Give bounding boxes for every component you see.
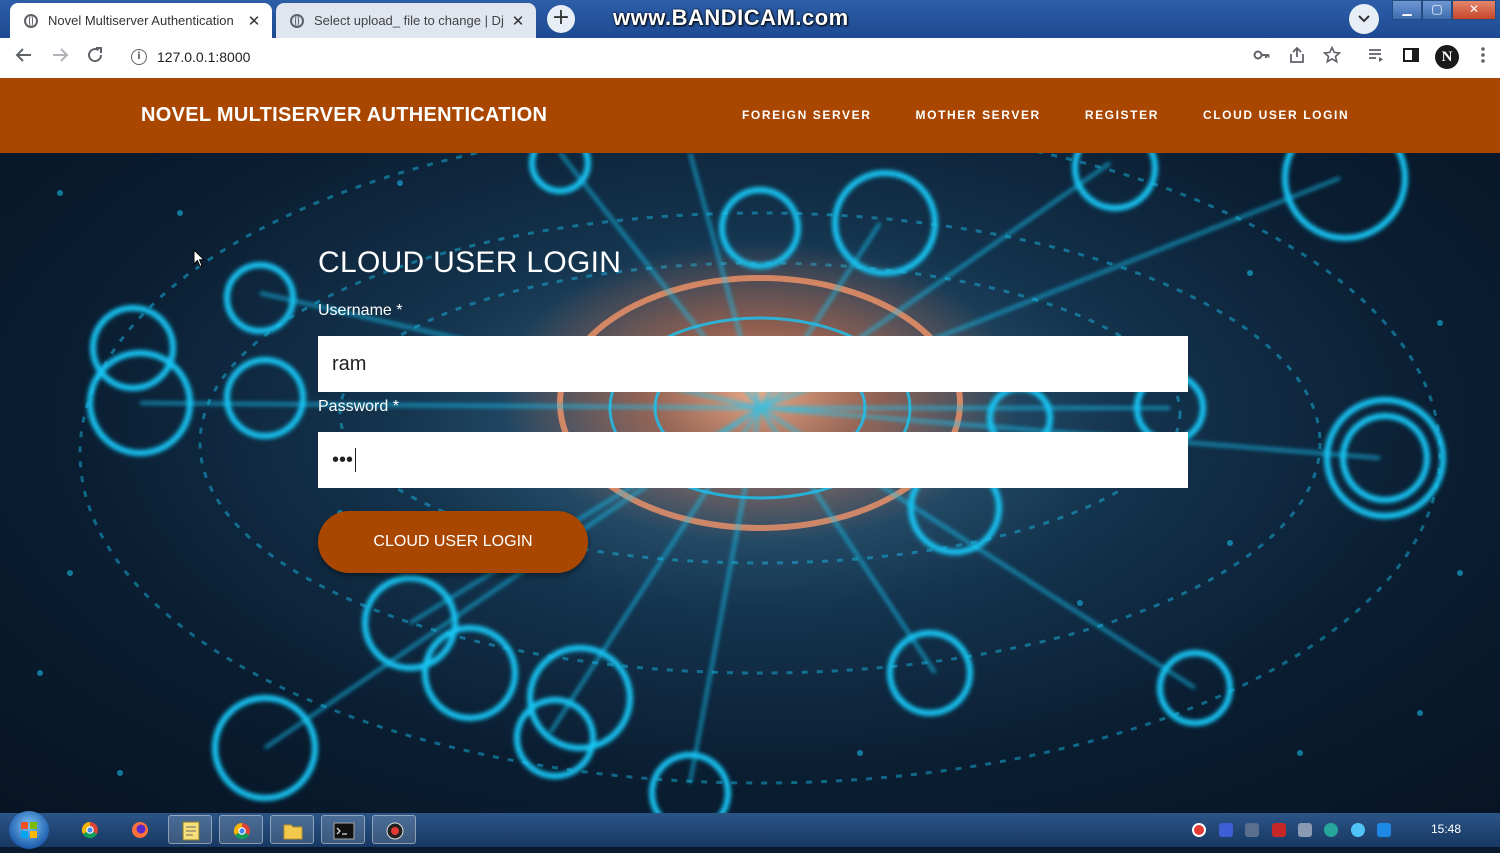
nav-register[interactable]: REGISTER <box>1085 108 1159 122</box>
taskbar-chrome[interactable] <box>68 815 112 844</box>
record-icon <box>386 822 404 840</box>
taskbar-clock[interactable]: 15:48 <box>1431 822 1461 836</box>
share-icon[interactable] <box>1285 46 1309 70</box>
username-label: Username * <box>318 302 403 319</box>
tab-search-button[interactable] <box>1349 4 1379 34</box>
nav-cloud-user-login[interactable]: CLOUD USER LOGIN <box>1203 108 1349 122</box>
password-input[interactable]: ••• <box>318 432 1188 488</box>
tab-select-upload[interactable]: Select upload_ file to change | Dj ✕ <box>276 3 536 38</box>
search-tray-icon[interactable] <box>1324 823 1338 837</box>
tab-title: Novel Multiserver Authentication <box>48 13 234 28</box>
forward-arrow-icon[interactable] <box>48 46 72 70</box>
nav-links: FOREIGN SERVER MOTHER SERVER REGISTER CL… <box>742 108 1349 122</box>
sync-tray-icon[interactable] <box>1351 823 1365 837</box>
windows-logo-icon <box>21 822 37 838</box>
close-icon[interactable]: ✕ <box>246 12 262 30</box>
chrome-icon <box>81 821 98 839</box>
security-tray-icon[interactable] <box>1272 823 1286 837</box>
os-taskbar: 15:48 <box>0 811 1500 849</box>
username-input[interactable]: ram <box>318 336 1188 392</box>
mouse-cursor-icon <box>193 249 205 268</box>
browser-tab-strip: Novel Multiserver Authentication ✕ Selec… <box>0 0 1500 38</box>
tab-novel-multiserver[interactable]: Novel Multiserver Authentication ✕ <box>10 3 272 38</box>
nav-mother-server[interactable]: MOTHER SERVER <box>916 108 1041 122</box>
taskbar-notepad[interactable] <box>168 815 212 844</box>
password-label: Password * <box>318 398 399 415</box>
nav-foreign-server[interactable]: FOREIGN SERVER <box>742 108 872 122</box>
password-mask: ••• <box>332 448 354 471</box>
taskbar-cmd[interactable] <box>321 815 365 844</box>
folder-icon <box>283 824 303 840</box>
site-navbar: NOVEL MULTISERVER AUTHENTICATION FOREIGN… <box>0 78 1500 153</box>
bookmark-star-icon[interactable] <box>1320 45 1344 70</box>
minimize-button[interactable]: ▁ <box>1392 0 1422 20</box>
site-info-icon[interactable]: i <box>131 49 147 65</box>
terminal-icon <box>333 822 355 840</box>
taskbar-firefox[interactable] <box>118 815 162 844</box>
windows-start-button[interactable] <box>9 811 49 849</box>
window-close-button[interactable]: ✕ <box>1452 0 1496 20</box>
username-value: ram <box>332 352 367 375</box>
taskbar-chrome-active[interactable] <box>219 815 263 844</box>
reload-icon[interactable] <box>83 46 107 70</box>
login-form-title: CLOUD USER LOGIN <box>318 246 622 279</box>
side-panel-icon[interactable] <box>1399 46 1423 70</box>
browser-toolbar: i 127.0.0.1:8000 N <box>0 38 1500 79</box>
window-controls: ▁ ▢ ✕ <box>1392 0 1496 20</box>
text-caret <box>355 448 357 472</box>
taskbar-explorer[interactable] <box>270 815 314 844</box>
volume-muted-icon[interactable] <box>1298 823 1312 837</box>
close-icon[interactable]: ✕ <box>510 12 526 30</box>
site-brand[interactable]: NOVEL MULTISERVER AUTHENTICATION <box>141 104 547 127</box>
chrome-icon <box>233 822 250 840</box>
tab-title: Select upload_ file to change | Dj <box>314 13 504 28</box>
recording-tray-icon[interactable] <box>1192 823 1206 837</box>
globe-icon <box>290 13 304 28</box>
reading-list-icon[interactable] <box>1364 46 1388 70</box>
notepad-icon <box>182 821 200 841</box>
key-icon[interactable] <box>1250 46 1274 70</box>
chevron-down-icon <box>1358 15 1370 23</box>
login-submit-button[interactable]: CLOUD USER LOGIN <box>318 511 588 573</box>
kebab-menu-icon[interactable] <box>1471 46 1495 70</box>
back-arrow-icon[interactable] <box>12 46 36 70</box>
firefox-icon <box>132 822 148 838</box>
address-bar[interactable]: 127.0.0.1:8000 <box>157 49 250 65</box>
maximize-button[interactable]: ▢ <box>1422 0 1452 20</box>
new-tab-button[interactable]: + <box>547 5 575 33</box>
globe-icon <box>24 13 38 28</box>
recording-watermark: www.BANDICAM.com <box>613 5 849 30</box>
tray-app-icon[interactable] <box>1219 823 1233 837</box>
taskbar-bandicam[interactable] <box>372 815 416 844</box>
network-tray-icon[interactable] <box>1245 823 1259 837</box>
bluetooth-tray-icon[interactable] <box>1377 823 1391 837</box>
profile-avatar[interactable]: N <box>1435 45 1459 69</box>
